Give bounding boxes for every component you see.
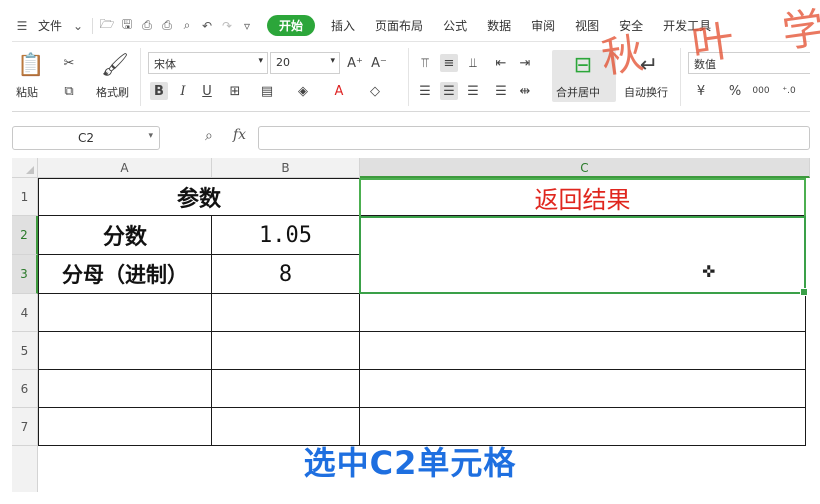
- cell-a2[interactable]: 分数: [38, 216, 212, 255]
- cell-a1-b1-merged[interactable]: 参数: [38, 178, 360, 216]
- thousands-separator-button[interactable]: 000: [752, 82, 770, 100]
- open-folder-icon[interactable]: 🗁: [100, 17, 115, 33]
- font-name-select[interactable]: 宋体 ▾: [148, 52, 268, 74]
- customize-quick-access-icon[interactable]: ▿: [240, 19, 254, 33]
- row-header-3[interactable]: 3: [12, 255, 38, 294]
- row-header-5[interactable]: 5: [12, 332, 38, 370]
- percent-button[interactable]: %: [726, 82, 744, 100]
- export-pdf-icon[interactable]: ⎙: [140, 18, 154, 33]
- print-preview-icon[interactable]: ⌕: [180, 18, 194, 33]
- merge-center-label: 合并居中: [556, 86, 600, 99]
- align-middle-icon[interactable]: ≡: [440, 54, 458, 72]
- increase-decimal-icon[interactable]: ⁺.0: [780, 82, 798, 100]
- format-painter-icon[interactable]: 🖌: [101, 52, 129, 78]
- decrease-indent-icon[interactable]: ⇤: [492, 54, 510, 72]
- bold-button[interactable]: B: [150, 82, 168, 100]
- column-header-b[interactable]: B: [212, 158, 360, 178]
- tab-start[interactable]: 开始: [267, 15, 316, 36]
- underline-button[interactable]: U: [198, 82, 216, 100]
- cell-b6[interactable]: [212, 370, 360, 408]
- cell-a4[interactable]: [38, 294, 212, 332]
- cell-b5[interactable]: [212, 332, 360, 370]
- name-box[interactable]: C2 ▾: [12, 126, 160, 150]
- increase-indent-icon[interactable]: ⇥: [516, 54, 534, 72]
- cell-reference: C2: [77, 131, 94, 145]
- font-size-value: 20: [276, 56, 290, 69]
- font-color-icon[interactable]: A: [330, 82, 348, 100]
- tab-formulas[interactable]: 公式: [437, 17, 473, 34]
- select-all-corner[interactable]: [12, 158, 38, 178]
- align-center-icon[interactable]: ☰: [440, 82, 458, 100]
- increase-font-icon[interactable]: A⁺: [346, 54, 364, 72]
- cell-c2-merged[interactable]: [360, 216, 806, 294]
- cell-a3[interactable]: 分母（进制）: [38, 255, 212, 294]
- tab-data[interactable]: 数据: [481, 17, 517, 34]
- justify-icon[interactable]: ☰: [492, 82, 510, 100]
- cell-c5[interactable]: [360, 332, 806, 370]
- divider: [92, 17, 94, 34]
- align-bottom-icon[interactable]: ⫫: [464, 54, 482, 72]
- print-icon[interactable]: ⎙: [160, 18, 174, 33]
- paste-icon[interactable]: 📋: [17, 52, 44, 78]
- cell-b4[interactable]: [212, 294, 360, 332]
- row-header-6[interactable]: 6: [12, 370, 38, 408]
- currency-icon[interactable]: ¥: [692, 82, 710, 100]
- tutorial-caption: 选中C2单元格: [303, 444, 517, 482]
- cell-c1[interactable]: 返回结果: [360, 178, 806, 216]
- divider: [408, 48, 409, 106]
- cell-c6[interactable]: [360, 370, 806, 408]
- row-header-1[interactable]: 1: [12, 178, 38, 216]
- fill-color-icon[interactable]: ◈: [294, 82, 312, 100]
- cell-style-icon[interactable]: ▤: [258, 82, 276, 100]
- borders-icon[interactable]: ⊞: [226, 82, 244, 100]
- tab-page-layout[interactable]: 页面布局: [369, 17, 429, 34]
- cell-cursor-icon: ✜: [702, 262, 716, 281]
- cut-icon[interactable]: ✂: [60, 54, 78, 72]
- chevron-down-icon: ▾: [258, 56, 263, 66]
- formula-input[interactable]: [258, 126, 810, 150]
- distributed-icon[interactable]: ⇹: [516, 82, 534, 100]
- merge-cells-icon: ⊟: [573, 52, 593, 78]
- column-header-a[interactable]: A: [38, 158, 212, 178]
- format-painter-label[interactable]: 格式刷: [96, 84, 129, 100]
- paste-label[interactable]: 粘贴: [16, 84, 38, 100]
- decrease-font-icon[interactable]: A⁻: [370, 54, 388, 72]
- insert-function-button[interactable]: fx: [233, 127, 246, 143]
- row-header-4[interactable]: 4: [12, 294, 38, 332]
- hamburger-menu-icon[interactable]: ☰: [15, 19, 29, 33]
- font-name-value: 宋体: [154, 58, 176, 71]
- divider: [140, 48, 141, 106]
- cell-b3[interactable]: 8: [212, 255, 360, 294]
- copy-icon[interactable]: ⧉: [60, 82, 78, 100]
- italic-button[interactable]: I: [174, 82, 192, 100]
- formula-bar: C2 ▾ ⌕ fx: [12, 124, 810, 152]
- wrap-text-label[interactable]: 自动换行: [624, 84, 668, 100]
- cell-a6[interactable]: [38, 370, 212, 408]
- align-top-icon[interactable]: ⫪: [416, 54, 434, 72]
- redo-icon[interactable]: ↷: [220, 19, 234, 33]
- font-size-select[interactable]: 20 ▾: [270, 52, 340, 74]
- zoom-search-icon[interactable]: ⌕: [205, 128, 213, 144]
- align-left-icon[interactable]: ☰: [416, 82, 434, 100]
- tab-review[interactable]: 审阅: [525, 17, 561, 34]
- row-header-2[interactable]: 2: [12, 216, 38, 255]
- tab-insert[interactable]: 插入: [325, 17, 361, 34]
- cell-b2[interactable]: 1.05: [212, 216, 360, 255]
- save-icon[interactable]: 🖫: [120, 17, 134, 33]
- column-header-c[interactable]: C: [360, 158, 810, 178]
- align-right-icon[interactable]: ☰: [464, 82, 482, 100]
- chevron-down-icon: ▾: [148, 131, 153, 141]
- file-menu[interactable]: 文件: [32, 17, 68, 34]
- cell-c4[interactable]: [360, 294, 806, 332]
- clear-format-icon[interactable]: ◇: [366, 82, 384, 100]
- chevron-down-icon[interactable]: ⌄: [71, 19, 85, 33]
- chevron-down-icon: ▾: [330, 56, 335, 66]
- cell-a5[interactable]: [38, 332, 212, 370]
- undo-icon[interactable]: ↶: [200, 19, 214, 33]
